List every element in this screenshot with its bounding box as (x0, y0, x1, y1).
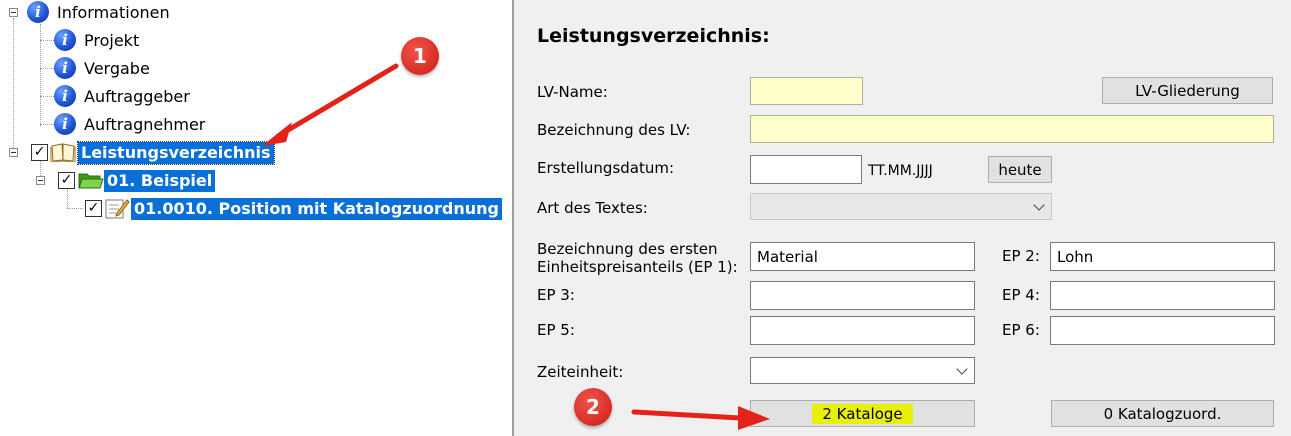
annotation-arrow-2 (631, 409, 743, 421)
annotation-badge-1: 1 (401, 37, 439, 75)
annotation-arrow-1 (275, 63, 399, 139)
annotation-badge-2: 2 (574, 388, 612, 426)
annotation-arrowhead-1 (262, 122, 292, 146)
annotation-overlay (262, 63, 770, 430)
annotation-arrowhead-2 (738, 406, 770, 430)
